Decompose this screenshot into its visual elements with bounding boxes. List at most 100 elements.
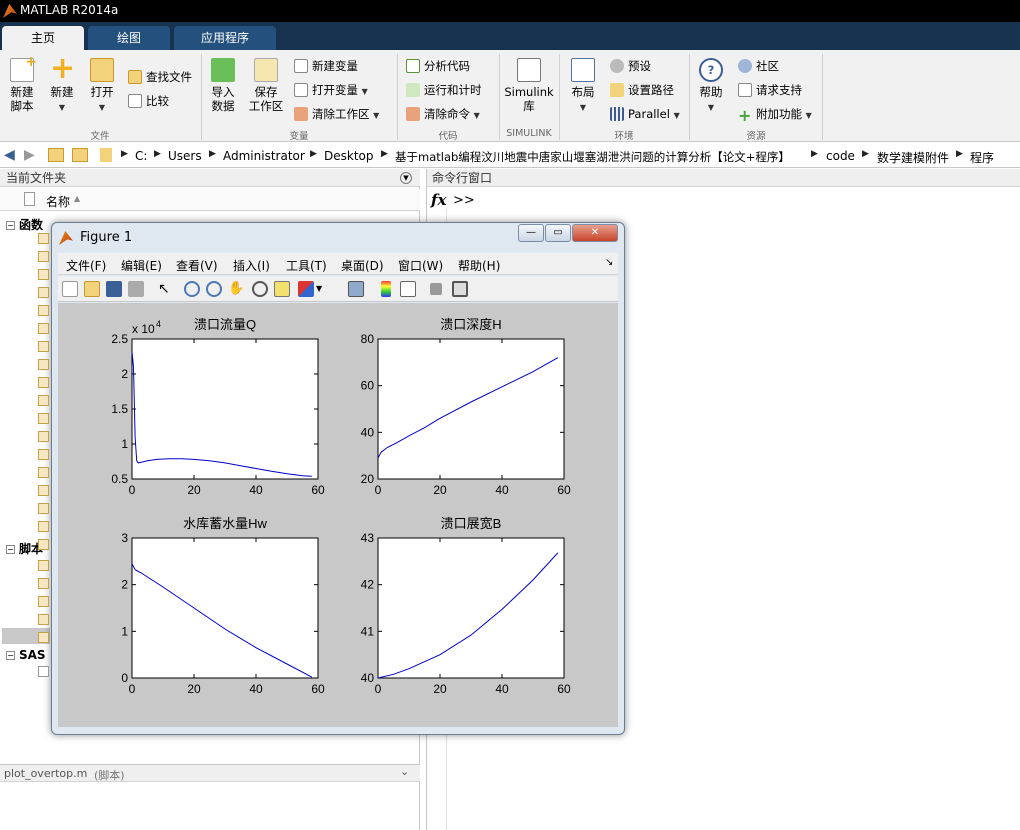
file-icon[interactable] xyxy=(38,341,49,352)
import-data-button[interactable]: 导入 数据 xyxy=(206,58,240,113)
menu-help[interactable]: 帮助(H) xyxy=(458,257,500,274)
gear-icon xyxy=(610,59,624,73)
new-button[interactable]: + 新建 ▼ xyxy=(46,54,78,115)
breadcrumb-item[interactable]: 程序 xyxy=(970,149,994,166)
community-button[interactable]: 社区 xyxy=(738,57,779,75)
open-file-icon[interactable] xyxy=(84,281,100,297)
colorbar-icon[interactable] xyxy=(381,281,391,297)
file-icon[interactable] xyxy=(38,323,49,334)
breadcrumb-item[interactable]: 基于matlab编程汶川地震中唐家山堰塞湖泄洪问题的计算分析【论文+程序】 xyxy=(395,149,790,165)
file-icon[interactable] xyxy=(38,521,49,532)
file-icon[interactable] xyxy=(38,251,49,262)
forward-arrow-icon[interactable]: ▶ xyxy=(24,147,35,163)
file-icon[interactable] xyxy=(38,503,49,514)
file-icon[interactable] xyxy=(38,632,49,643)
file-icon[interactable] xyxy=(38,449,49,460)
minimize-button[interactable]: — xyxy=(518,224,544,242)
legend-icon[interactable] xyxy=(400,281,416,297)
column-name[interactable]: 名称 xyxy=(46,193,70,210)
save-workspace-button[interactable]: 保存 工作区 xyxy=(246,58,286,113)
print-icon[interactable] xyxy=(128,281,144,297)
details-header[interactable]: plot_overtop.m (脚本) ⌄ xyxy=(0,764,420,782)
tree-group-sas[interactable]: − SAS xyxy=(6,648,46,662)
breadcrumb-item[interactable]: code xyxy=(826,149,855,163)
back-arrow-icon[interactable]: ◀ xyxy=(4,147,15,163)
help-button[interactable]: ? 帮助 ▼ xyxy=(694,58,728,115)
file-icon[interactable] xyxy=(38,666,49,677)
open-button[interactable]: 打开 ▼ xyxy=(86,58,118,115)
menu-tools[interactable]: 工具(T) xyxy=(286,257,327,274)
menu-file[interactable]: 文件(F) xyxy=(66,257,106,274)
function-browser-icon[interactable]: fx xyxy=(431,191,446,209)
file-icon[interactable] xyxy=(38,305,49,316)
rotate-3d-icon[interactable] xyxy=(252,281,268,297)
file-icon[interactable] xyxy=(38,560,49,571)
data-cursor-icon[interactable] xyxy=(274,281,290,297)
show-plot-tools-icon[interactable] xyxy=(452,281,468,297)
breadcrumb-item[interactable]: Administrator xyxy=(223,149,305,163)
new-script-button[interactable]: + 新建 脚本 xyxy=(6,55,38,113)
file-icon[interactable] xyxy=(38,287,49,298)
dock-arrow-icon[interactable]: ↘ xyxy=(605,257,613,268)
menu-edit[interactable]: 编辑(E) xyxy=(121,257,162,274)
clear-commands-button[interactable]: 清除命令 ▼ xyxy=(406,105,480,123)
subplots-canvas[interactable]: 溃口流量Q0 20 40 600.511.522.5x 10 4 溃口深度H0 20 40 60… xyxy=(58,303,618,727)
breadcrumb-item[interactable]: Desktop xyxy=(324,149,374,163)
file-icon[interactable] xyxy=(38,596,49,607)
menu-view[interactable]: 查看(V) xyxy=(176,257,218,274)
brush-icon[interactable] xyxy=(298,281,314,297)
tab-home[interactable]: 主页 xyxy=(2,26,84,50)
file-icon[interactable] xyxy=(38,395,49,406)
file-icon[interactable] xyxy=(38,539,49,550)
request-support-button[interactable]: 请求支持 xyxy=(738,81,802,99)
set-path-button[interactable]: 设置路径 xyxy=(610,81,674,99)
maximize-button[interactable]: ▭ xyxy=(545,224,571,242)
tab-plots[interactable]: 绘图 xyxy=(88,26,170,50)
menu-window[interactable]: 窗口(W) xyxy=(398,257,443,274)
chevron-down-icon[interactable]: ⌄ xyxy=(400,765,409,778)
layout-button[interactable]: 布局 ▼ xyxy=(566,58,600,115)
panel-menu-icon[interactable]: ▼ xyxy=(400,172,412,184)
file-icon[interactable] xyxy=(38,359,49,370)
breadcrumb-item[interactable]: Users xyxy=(168,149,202,163)
tree-group-functions[interactable]: − 函数 xyxy=(6,216,43,233)
file-icon[interactable] xyxy=(38,614,49,625)
menu-insert[interactable]: 插入(I) xyxy=(233,257,270,274)
figure-window[interactable]: Figure 1 — ▭ ✕ 文件(F) 编辑(E) 查看(V) 插入(I) 工… xyxy=(51,222,625,735)
zoom-in-icon[interactable] xyxy=(184,281,200,297)
simulink-library-button[interactable]: Simulink 库 xyxy=(504,58,554,113)
zoom-out-icon[interactable] xyxy=(206,281,222,297)
new-variable-button[interactable]: 新建变量 xyxy=(294,57,358,75)
file-icon[interactable] xyxy=(38,578,49,589)
breadcrumb-item[interactable]: 数学建模附件 xyxy=(877,149,949,166)
new-figure-icon[interactable] xyxy=(62,281,78,297)
compare-button[interactable]: 比较 xyxy=(128,92,169,110)
close-button[interactable]: ✕ xyxy=(572,224,618,242)
pan-hand-icon[interactable]: ✋ xyxy=(228,281,244,297)
up-folder-icon[interactable] xyxy=(48,148,64,162)
link-plot-icon[interactable] xyxy=(348,281,364,297)
open-variable-button[interactable]: 打开变量 ▼ xyxy=(294,81,368,99)
breadcrumb-item[interactable]: C: xyxy=(135,149,147,163)
edit-plot-arrow-icon[interactable]: ↖ xyxy=(158,281,174,297)
file-icon[interactable] xyxy=(38,269,49,280)
preferences-button[interactable]: 预设 xyxy=(610,57,651,75)
chevron-down-icon[interactable]: ▼ xyxy=(316,281,324,297)
save-icon[interactable] xyxy=(106,281,122,297)
tab-apps[interactable]: 应用程序 xyxy=(174,26,276,50)
menu-desktop[interactable]: 桌面(D) xyxy=(341,257,384,274)
file-icon[interactable] xyxy=(38,233,49,244)
run-and-time-button[interactable]: 运行和计时 xyxy=(406,81,482,99)
file-icon[interactable] xyxy=(38,467,49,478)
browse-folder-icon[interactable] xyxy=(72,148,88,162)
addons-button[interactable]: + 附加功能 ▼ xyxy=(738,105,812,124)
parallel-button[interactable]: Parallel ▼ xyxy=(610,105,680,123)
file-icon[interactable] xyxy=(38,485,49,496)
hide-plot-tools-icon[interactable] xyxy=(430,283,442,295)
file-icon[interactable] xyxy=(38,431,49,442)
analyze-code-button[interactable]: 分析代码 xyxy=(406,57,470,75)
find-files-button[interactable]: 查找文件 xyxy=(128,68,192,86)
file-icon[interactable] xyxy=(38,377,49,388)
file-icon[interactable] xyxy=(38,413,49,424)
clear-workspace-button[interactable]: 清除工作区 ▼ xyxy=(294,105,379,123)
